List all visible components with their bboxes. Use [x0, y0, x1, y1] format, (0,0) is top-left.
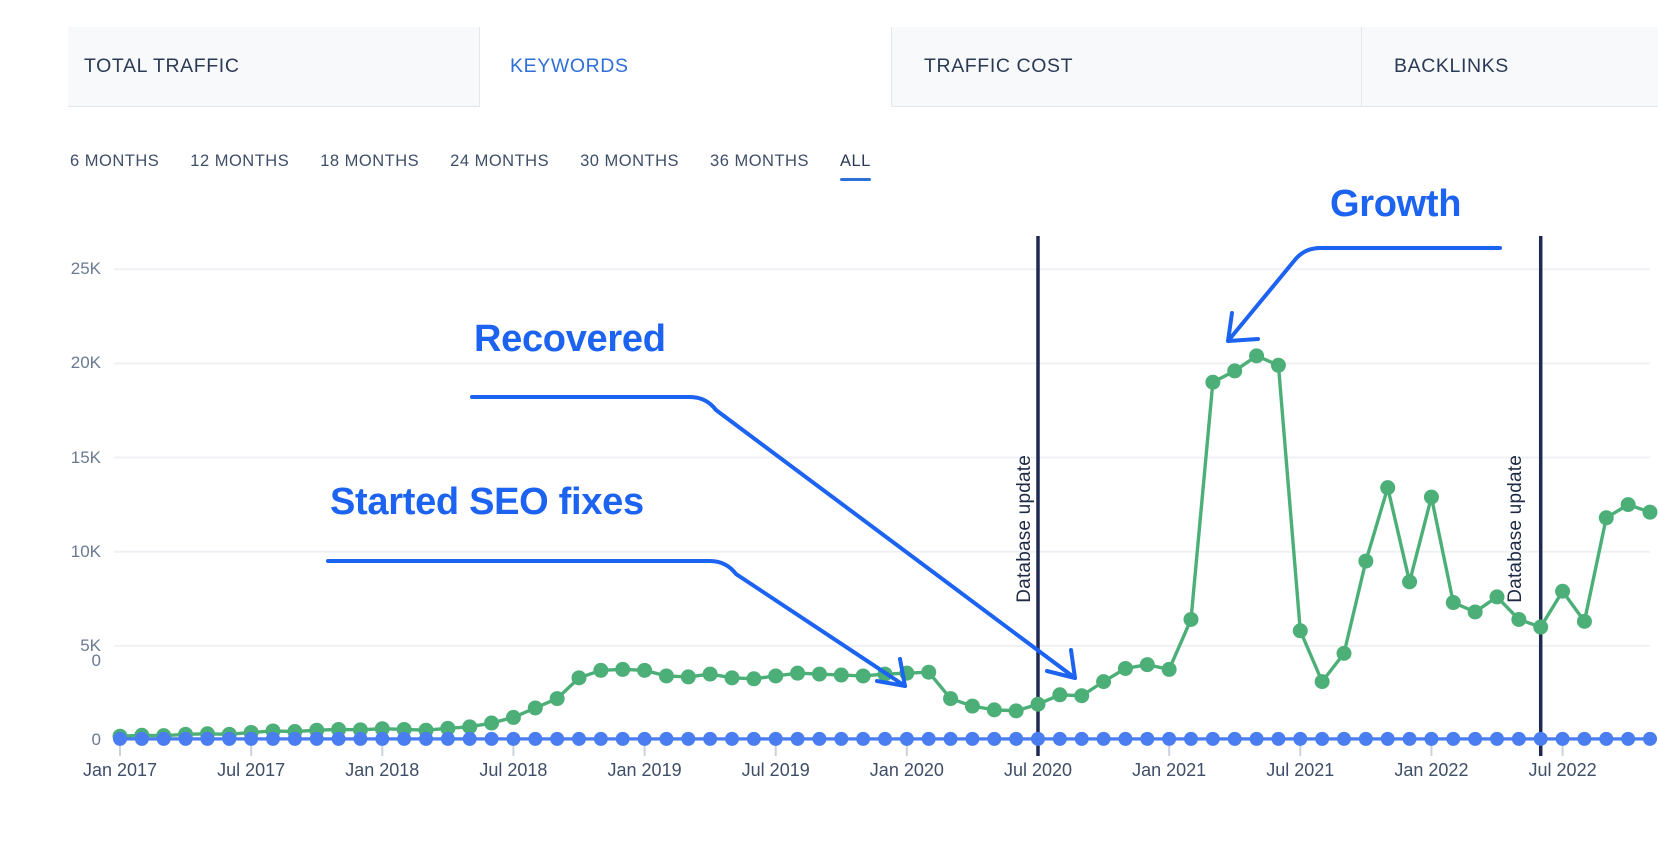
database-update-label-1: Database update [1014, 455, 1036, 603]
range-12-months[interactable]: 12 MONTHS [190, 152, 289, 185]
tab-total-traffic-label: TOTAL TRAFFIC [84, 55, 240, 78]
x-axis: Jan 2017 Jul 2017 Jan 2018 Jul 2018 Jan 2019… [0, 215, 1658, 815]
tab-traffic-cost[interactable]: TRAFFIC COST [892, 27, 1362, 107]
x-tick-label: Jul 2019 [742, 760, 810, 781]
x-tick-label: Jan 2017 [83, 760, 157, 781]
x-tick-label: Jul 2021 [1266, 760, 1334, 781]
range-24-months-label: 24 MONTHS [450, 152, 549, 170]
range-30-months[interactable]: 30 MONTHS [580, 152, 679, 185]
x-tick-label: Jul 2020 [1004, 760, 1072, 781]
range-18-months-label: 18 MONTHS [320, 152, 419, 170]
range-36-months[interactable]: 36 MONTHS [710, 152, 809, 185]
range-6-months-label: 6 MONTHS [70, 152, 159, 170]
range-all-label: ALL [840, 152, 871, 170]
x-tick-label: Jul 2017 [217, 760, 285, 781]
x-tick-label: Jan 2020 [870, 760, 944, 781]
range-18-months[interactable]: 18 MONTHS [320, 152, 419, 185]
annotation-growth: Growth [1330, 183, 1461, 226]
time-range-selector: 6 MONTHS 12 MONTHS 18 MONTHS 24 MONTHS 3… [70, 152, 871, 185]
x-tick-label: Jan 2019 [608, 760, 682, 781]
range-30-months-label: 30 MONTHS [580, 152, 679, 170]
metric-tabbar: TOTAL TRAFFIC KEYWORDS TRAFFIC COST BACK… [68, 27, 1658, 107]
tab-backlinks-label: BACKLINKS [1394, 55, 1509, 78]
tab-backlinks[interactable]: BACKLINKS [1362, 27, 1658, 107]
range-6-months[interactable]: 6 MONTHS [70, 152, 159, 185]
range-36-months-label: 36 MONTHS [710, 152, 809, 170]
x-tick-label: Jul 2022 [1529, 760, 1597, 781]
x-tick-label: Jan 2022 [1394, 760, 1468, 781]
tab-keywords[interactable]: KEYWORDS [480, 27, 892, 107]
annotation-recovered: Recovered [474, 318, 666, 361]
range-24-months[interactable]: 24 MONTHS [450, 152, 549, 185]
tab-total-traffic[interactable]: TOTAL TRAFFIC [68, 27, 480, 107]
x-tick-label: Jan 2018 [345, 760, 419, 781]
annotation-started-seo-fixes: Started SEO fixes [330, 481, 644, 524]
database-update-label-2: Database update [1505, 455, 1527, 603]
keywords-chart-panel: TOTAL TRAFFIC KEYWORDS TRAFFIC COST BACK… [0, 0, 1658, 866]
x-tick-label: Jan 2021 [1132, 760, 1206, 781]
range-12-months-label: 12 MONTHS [190, 152, 289, 170]
x-tick-label: Jul 2018 [479, 760, 547, 781]
range-all[interactable]: ALL [840, 152, 871, 185]
tab-keywords-label: KEYWORDS [510, 55, 629, 78]
chart-area: 25K20K15K10K5K00 Jan 2017Jul 2017Jan 201… [0, 215, 1658, 815]
tab-traffic-cost-label: TRAFFIC COST [924, 55, 1073, 78]
